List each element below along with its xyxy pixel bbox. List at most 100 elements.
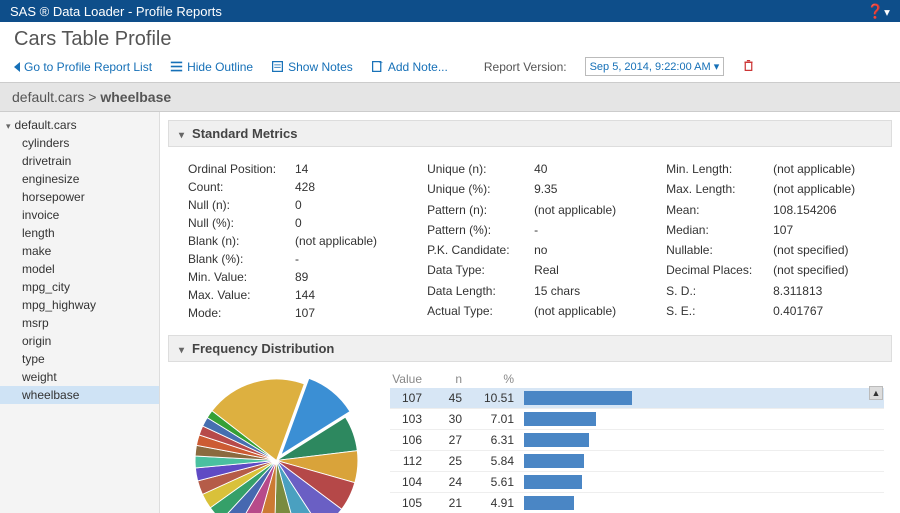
freq-bar (524, 496, 884, 510)
metrics-col2: Unique (n):40Unique (%):9.35Pattern (n):… (425, 159, 624, 323)
metric-row: Mean:108.154206 (666, 202, 861, 220)
scroll-up-icon[interactable]: ▲ (869, 386, 883, 400)
pie-chart (186, 370, 376, 513)
freq-table-header: Value n % (390, 370, 884, 388)
metric-row: Null (%):0 (188, 215, 383, 231)
metric-row: Pattern (%):- (427, 222, 622, 240)
freq-row[interactable]: 104245.61 (390, 472, 884, 493)
hide-outline-label: Hide Outline (187, 60, 253, 74)
hide-outline-button[interactable]: Hide Outline (170, 60, 253, 74)
back-link[interactable]: Go to Profile Report List (14, 60, 152, 74)
metric-row: Max. Length:(not applicable) (666, 181, 861, 199)
toolbar: Go to Profile Report List Hide Outline S… (14, 57, 886, 76)
freq-pct: 5.61 (472, 475, 524, 489)
sidebar-item-type[interactable]: type (0, 350, 159, 368)
sidebar-item-cylinders[interactable]: cylinders (0, 134, 159, 152)
version-value: Sep 5, 2014, 9:22:00 AM (590, 61, 711, 73)
sidebar-item-weight[interactable]: weight (0, 368, 159, 386)
help-icon[interactable]: ❓▾ (867, 3, 890, 20)
freq-pct: 5.84 (472, 454, 524, 468)
freq-n: 27 (432, 433, 472, 447)
sidebar: default.cars cylindersdrivetrainenginesi… (0, 112, 160, 513)
metric-row: Ordinal Position:14 (188, 161, 383, 177)
add-note-icon: + (371, 60, 384, 73)
freq-bar (524, 391, 884, 405)
freq-row[interactable]: 103307.01 (390, 409, 884, 430)
main: default.cars cylindersdrivetrainenginesi… (0, 112, 900, 513)
metric-row: Nullable:(not specified) (666, 242, 861, 260)
freq-head-value: Value (390, 372, 432, 386)
content: Standard Metrics Ordinal Position:14Coun… (160, 112, 900, 513)
crumb-leaf: wheelbase (100, 89, 171, 105)
metrics-col3: Min. Length:(not applicable) Max. Length:… (664, 159, 863, 323)
show-notes-button[interactable]: Show Notes (271, 60, 353, 74)
freq-bar (524, 475, 884, 489)
app-header: SAS ® Data Loader - Profile Reports ❓▾ (0, 0, 900, 22)
freq-pct: 7.01 (472, 412, 524, 426)
add-note-button[interactable]: + Add Note... (371, 60, 448, 74)
sidebar-item-length[interactable]: length (0, 224, 159, 242)
add-note-label: Add Note... (388, 60, 448, 74)
show-notes-label: Show Notes (288, 60, 353, 74)
freq-n: 45 (432, 391, 472, 405)
delete-icon[interactable] (742, 59, 755, 75)
freq-value: 107 (390, 391, 432, 405)
sidebar-item-make[interactable]: make (0, 242, 159, 260)
freq-pct: 4.91 (472, 496, 524, 510)
metric-row: Null (n):0 (188, 197, 383, 213)
page-title: Cars Table Profile (14, 28, 886, 51)
metrics-panel-header[interactable]: Standard Metrics (168, 120, 892, 147)
freq-row[interactable]: 112255.84 (390, 451, 884, 472)
sidebar-item-mpg_highway[interactable]: mpg_highway (0, 296, 159, 314)
freq-value: 112 (390, 454, 432, 468)
freq-bar (524, 454, 884, 468)
freq-n: 24 (432, 475, 472, 489)
sidebar-item-drivetrain[interactable]: drivetrain (0, 152, 159, 170)
version-dropdown[interactable]: Sep 5, 2014, 9:22:00 AM ▾ (585, 57, 725, 76)
freq-value: 103 (390, 412, 432, 426)
back-arrow-icon (14, 62, 20, 72)
freq-value: 104 (390, 475, 432, 489)
sidebar-item-wheelbase[interactable]: wheelbase (0, 386, 159, 404)
freq-row[interactable]: 1074510.51 (390, 388, 884, 409)
sidebar-item-enginesize[interactable]: enginesize (0, 170, 159, 188)
metrics-col1: Ordinal Position:14Count:428Null (n):0Nu… (186, 159, 385, 323)
metrics-panel: Ordinal Position:14Count:428Null (n):0Nu… (160, 147, 892, 335)
freq-n: 30 (432, 412, 472, 426)
metric-row: Min. Value:89 (188, 269, 383, 285)
sidebar-item-mpg_city[interactable]: mpg_city (0, 278, 159, 296)
freq-row[interactable]: 106276.31 (390, 430, 884, 451)
metric-row: Data Type:Real (427, 262, 622, 280)
sidebar-item-model[interactable]: model (0, 260, 159, 278)
metric-row: Data Length:15 chars (427, 283, 622, 301)
freq-head-pct: % (472, 372, 524, 386)
freq-n: 25 (432, 454, 472, 468)
notes-icon (271, 60, 284, 73)
freq-pct: 6.31 (472, 433, 524, 447)
sidebar-item-invoice[interactable]: invoice (0, 206, 159, 224)
metric-row: Blank (%):- (188, 251, 383, 267)
metric-row: Median:107 (666, 222, 861, 240)
metric-row: Blank (n):(not applicable) (188, 233, 383, 249)
freq-bar (524, 433, 884, 447)
version-label: Report Version: (484, 60, 567, 74)
tree-root[interactable]: default.cars (0, 116, 159, 134)
svg-text:+: + (379, 60, 383, 67)
freq-bar (524, 412, 884, 426)
sidebar-item-msrp[interactable]: msrp (0, 314, 159, 332)
freq-panel: Value n % 1074510.51103307.01106276.3111… (160, 362, 892, 513)
sidebar-item-horsepower[interactable]: horsepower (0, 188, 159, 206)
metric-row: Actual Type:(not applicable) (427, 303, 622, 321)
metric-row: S. D.:8.311813 (666, 283, 861, 301)
freq-panel-header[interactable]: Frequency Distribution (168, 335, 892, 362)
metric-row: Unique (%):9.35 (427, 181, 622, 199)
freq-row[interactable]: 105214.91 (390, 493, 884, 513)
metric-row: S. E.:0.401767 (666, 303, 861, 321)
freq-pct: 10.51 (472, 391, 524, 405)
metric-row: Min. Length:(not applicable) (666, 161, 861, 179)
metric-row: P.K. Candidate:no (427, 242, 622, 260)
page-area: Cars Table Profile Go to Profile Report … (0, 22, 900, 76)
sidebar-item-origin[interactable]: origin (0, 332, 159, 350)
crumb-root[interactable]: default.cars (12, 89, 84, 105)
freq-scroll: ▲ ▼ (868, 386, 884, 513)
